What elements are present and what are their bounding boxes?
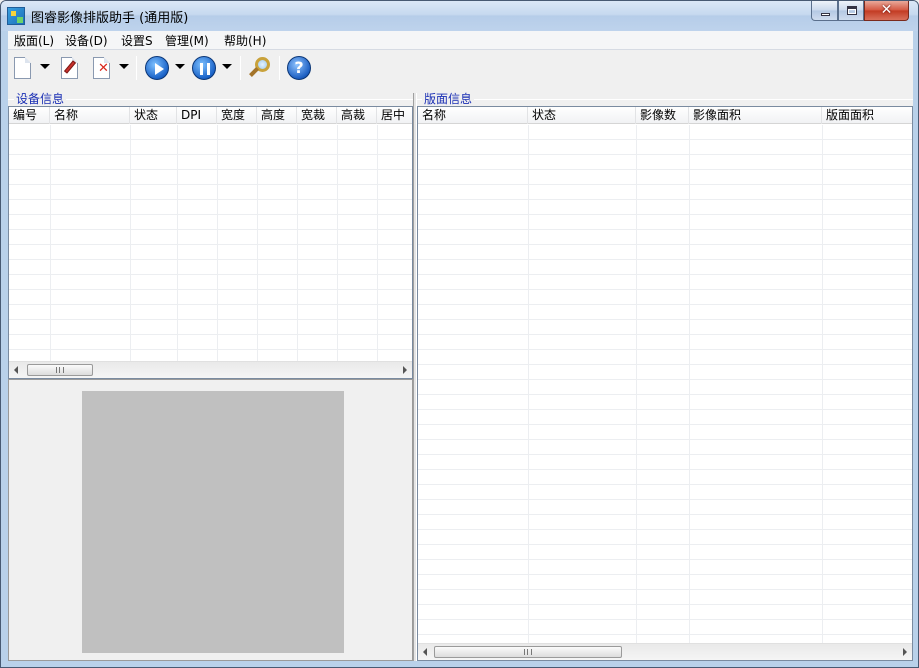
edit-button[interactable] <box>57 55 83 81</box>
menu-device[interactable]: 设备(D) <box>59 33 114 49</box>
column-header[interactable]: DPI <box>177 107 217 124</box>
layout-list[interactable]: 名称 状态 影像数 影像面积 版面面积 <box>417 106 913 661</box>
window-title: 图睿影像排版助手 (通用版) <box>31 11 189 26</box>
menu-bar: 版面(L) 设备(D) 设置S 管理(M) 帮助(H) <box>8 31 913 50</box>
column-header[interactable]: 居中 <box>377 107 412 124</box>
close-icon: ✕ <box>880 2 893 18</box>
minimize-button[interactable] <box>811 1 838 21</box>
new-button[interactable] <box>10 55 36 81</box>
menu-settings[interactable]: 设置S <box>115 33 159 49</box>
delete-icon: ✕ <box>98 61 109 76</box>
column-header[interactable]: 版面面积 <box>822 107 912 124</box>
close-button[interactable]: ✕ <box>864 1 909 21</box>
scroll-left-icon[interactable] <box>14 366 18 374</box>
column-header[interactable]: 宽度 <box>217 107 257 124</box>
title-bar[interactable]: 图睿影像排版助手 (通用版) ✕ <box>1 1 918 31</box>
column-header[interactable]: 状态 <box>528 107 636 124</box>
column-header[interactable]: 高度 <box>257 107 297 124</box>
layout-list-header: 名称 状态 影像数 影像面积 版面面积 <box>418 107 912 124</box>
column-header[interactable]: 名称 <box>50 107 130 124</box>
scroll-thumb[interactable] <box>27 364 93 376</box>
device-list-hscrollbar[interactable] <box>9 361 412 378</box>
scroll-right-icon[interactable] <box>403 366 407 374</box>
device-list[interactable]: 编号 名称 状态 DPI 宽度 高度 宽裁 高裁 居中 <box>8 106 413 379</box>
pause-icon <box>200 63 210 75</box>
app-icon[interactable] <box>7 7 25 25</box>
search-button[interactable] <box>247 55 273 81</box>
new-dropdown-arrow[interactable] <box>40 64 50 69</box>
maximize-button[interactable] <box>838 1 864 21</box>
toolbar-separator <box>240 56 241 80</box>
toolbar-separator <box>279 56 280 80</box>
preview-panel <box>8 379 413 661</box>
minimize-icon <box>821 13 830 16</box>
delete-dropdown-arrow[interactable] <box>119 64 129 69</box>
column-header[interactable]: 编号 <box>9 107 50 124</box>
layout-list-hscrollbar[interactable] <box>418 643 912 660</box>
layout-group-title: 版面信息 <box>422 92 475 106</box>
column-header[interactable]: 名称 <box>418 107 528 124</box>
preview-canvas[interactable] <box>82 391 344 653</box>
column-header[interactable]: 影像数 <box>636 107 689 124</box>
toolbar: ✕ ? <box>8 51 913 85</box>
menu-manage[interactable]: 管理(M) <box>159 33 215 49</box>
menu-layout[interactable]: 版面(L) <box>8 33 60 49</box>
scroll-left-icon[interactable] <box>423 648 427 656</box>
column-header[interactable]: 影像面积 <box>689 107 822 124</box>
start-button[interactable] <box>144 55 170 81</box>
application-window: 图睿影像排版助手 (通用版) ✕ 版面(L) 设备(D) 设置S 管理(M) 帮… <box>0 0 919 668</box>
column-header[interactable]: 状态 <box>130 107 177 124</box>
new-document-icon <box>14 57 31 79</box>
help-icon: ? <box>287 56 311 80</box>
device-group-title: 设备信息 <box>14 92 67 106</box>
start-dropdown-arrow[interactable] <box>175 64 185 69</box>
delete-button[interactable]: ✕ <box>89 55 115 81</box>
maximize-icon <box>847 6 857 15</box>
toolbar-separator <box>136 56 137 80</box>
layout-list-grid <box>418 125 912 643</box>
column-header[interactable]: 高裁 <box>337 107 377 124</box>
device-list-grid <box>9 125 412 361</box>
device-list-header: 编号 名称 状态 DPI 宽度 高度 宽裁 高裁 居中 <box>9 107 412 124</box>
play-icon <box>155 63 164 75</box>
scroll-thumb[interactable] <box>434 646 622 658</box>
device-group-line <box>8 99 413 100</box>
client-area: 版面(L) 设备(D) 设置S 管理(M) 帮助(H) ✕ ? 设备信息 编号 … <box>8 31 913 661</box>
pause-dropdown-arrow[interactable] <box>222 64 232 69</box>
help-button[interactable]: ? <box>286 55 312 81</box>
pause-button[interactable] <box>191 55 217 81</box>
menu-help[interactable]: 帮助(H) <box>218 33 272 49</box>
column-header[interactable]: 宽裁 <box>297 107 337 124</box>
scroll-right-icon[interactable] <box>903 648 907 656</box>
layout-group-line <box>417 99 913 100</box>
